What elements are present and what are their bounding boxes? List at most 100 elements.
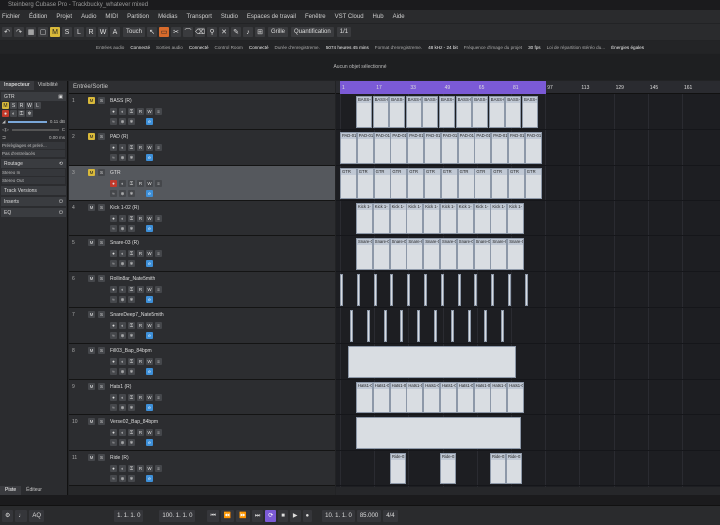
event-clip[interactable]: Kick 1-: [406, 203, 424, 234]
event-clip[interactable]: GTR: [424, 168, 441, 199]
mute-button[interactable]: M: [88, 311, 95, 318]
track-lane[interactable]: BASS-0BASS-0BASS-0BASS-0BASS-0BASS-0BASS…: [336, 94, 720, 130]
glue-tool-icon[interactable]: ⌒: [183, 27, 194, 37]
rewind-icon[interactable]: ⏮: [207, 509, 219, 522]
event-clip[interactable]: GTR: [524, 168, 542, 199]
freeze-icon[interactable]: ❄: [128, 332, 135, 339]
track-row[interactable]: 10 M S Verse02_Bap_84bpm ● ◐ ⚿ R W ≡ ≈ ⊕ ❄ e: [69, 415, 335, 451]
record-enable-button[interactable]: ●: [110, 286, 117, 293]
track-name[interactable]: Ride (R): [110, 455, 129, 461]
event-clip[interactable]: Hats1-0: [372, 382, 390, 413]
split-tool-icon[interactable]: ✂: [171, 27, 182, 37]
event-clip[interactable]: Snare-0: [372, 238, 390, 270]
read-button[interactable]: R: [137, 180, 144, 187]
fx-icon[interactable]: ⊕: [119, 225, 126, 232]
event-clip[interactable]: Kick 1-: [490, 203, 508, 234]
freeze-icon[interactable]: ❄: [128, 154, 135, 161]
monitor-button[interactable]: ◐: [119, 180, 126, 187]
position-display[interactable]: 100. 1. 1. 0: [159, 509, 196, 522]
event-clip[interactable]: Ride-01: [490, 453, 506, 484]
event-clip[interactable]: GTR: [457, 168, 475, 199]
track-row[interactable]: 2 M S PAD (R) ● ◐ ⚿ R W ≡ ≈ ⊕ ❄ e: [69, 130, 335, 166]
aq-button[interactable]: AQ: [29, 509, 45, 522]
write-button[interactable]: W: [146, 286, 153, 293]
freeze-icon[interactable]: ❄: [128, 190, 135, 197]
event-clip[interactable]: Kick 1-: [456, 203, 474, 234]
track-lane[interactable]: [336, 415, 720, 451]
menu-icon[interactable]: ≡: [155, 286, 162, 293]
menu-fenetre[interactable]: Fenêtre: [305, 14, 326, 20]
record-enable-button[interactable]: ●: [110, 144, 117, 151]
tab-piste[interactable]: Piste: [0, 486, 22, 495]
event-clip[interactable]: PAD-01: [373, 132, 391, 164]
write-button[interactable]: W: [146, 108, 153, 115]
fx-icon[interactable]: ⊕: [119, 296, 126, 303]
eq-icon[interactable]: ≈: [110, 475, 117, 482]
menu-icon[interactable]: ≡: [155, 465, 162, 472]
mute-button[interactable]: M: [2, 102, 9, 109]
menu-icon[interactable]: ≡: [155, 358, 162, 365]
monitor-button[interactable]: ◐: [119, 144, 126, 151]
event-clip[interactable]: GTR: [508, 168, 525, 199]
read-button[interactable]: R: [137, 394, 144, 401]
read-button[interactable]: R: [137, 144, 144, 151]
event-clip[interactable]: BASS-0: [505, 96, 522, 128]
track-name[interactable]: Fill03_Bap_84bpm: [110, 348, 152, 354]
event-clip[interactable]: Kick 1-: [473, 203, 491, 234]
event-clip[interactable]: BASS-0: [488, 96, 505, 128]
event-clip[interactable]: Snare-0: [440, 238, 457, 270]
event-clip[interactable]: Hats1-0: [473, 382, 491, 413]
select-tool-icon[interactable]: ▭: [159, 27, 170, 37]
event-clip[interactable]: [407, 274, 411, 306]
volume-slider[interactable]: [8, 120, 47, 123]
stop-icon[interactable]: ■: [278, 509, 288, 522]
lock-icon[interactable]: ⚿: [128, 180, 135, 187]
mute-button[interactable]: M: [88, 133, 95, 140]
event-clip[interactable]: GTR: [390, 168, 408, 199]
eraser-tool-icon[interactable]: ⌫: [195, 27, 206, 37]
snap-icon[interactable]: ⊞: [255, 27, 266, 37]
track-row[interactable]: 3 M S GTR ● ◐ ⚿ R W ≡ ≈ ⊕ ❄ e: [69, 166, 335, 201]
track-row[interactable]: 6 M S Rollin8ar_Nate5mith ● ◐ ⚿ R W ≡ ≈ ⊕ ❄ e: [69, 272, 335, 308]
power-icon[interactable]: ⏻: [59, 199, 63, 205]
end-icon[interactable]: ⏭: [251, 509, 264, 522]
eq-icon[interactable]: ≈: [110, 439, 117, 446]
event-clip[interactable]: GTR: [373, 168, 391, 199]
eq-icon[interactable]: ≈: [110, 154, 117, 161]
event-clip[interactable]: [366, 310, 370, 342]
event-clip[interactable]: [417, 310, 421, 342]
eq-icon[interactable]: ≈: [110, 296, 117, 303]
event-clip[interactable]: Snare-0: [490, 238, 508, 270]
event-clip[interactable]: Kick 1-: [389, 203, 407, 234]
event-clip[interactable]: Snare-0: [456, 238, 474, 270]
tab-editeur[interactable]: Éditeur: [21, 486, 47, 495]
signature-display[interactable]: 4/4: [383, 509, 398, 522]
event-clip[interactable]: GTR: [440, 168, 458, 199]
write-button[interactable]: W: [146, 465, 153, 472]
automation-a-button[interactable]: A: [110, 27, 120, 37]
track-row[interactable]: 5 M S Snare-03 (R) ● ◐ ⚿ R W ≡ ≈ ⊕ ❄ e: [69, 236, 335, 272]
monitor-button[interactable]: ◐: [119, 465, 126, 472]
monitor-button[interactable]: ◐: [119, 286, 126, 293]
fx-icon[interactable]: ⊕: [119, 190, 126, 197]
track-row[interactable]: 1 M S BASS (R) ● ◐ ⚿ R W ≡ ≈ ⊕ ❄ e: [69, 94, 335, 130]
monitor-button[interactable]: ◐: [10, 110, 17, 117]
event-clip[interactable]: [348, 346, 516, 378]
event-clip[interactable]: Snare-0: [389, 238, 407, 270]
event-clip[interactable]: BASS-0: [389, 96, 406, 128]
power-icon[interactable]: ⏻: [59, 210, 63, 216]
ruler[interactable]: 1 17 33 49 65 81 97 113 129 145 161: [336, 81, 720, 94]
layout-icon[interactable]: ▦: [26, 27, 36, 37]
back-icon[interactable]: ⏪: [220, 509, 235, 522]
event-clip[interactable]: [501, 310, 505, 342]
write-button[interactable]: W: [146, 215, 153, 222]
track-lane[interactable]: [336, 272, 720, 308]
presets-field[interactable]: Prérèglages et préré...: [2, 142, 65, 149]
record-enable-button[interactable]: ●: [2, 110, 9, 117]
menu-edition[interactable]: Édition: [29, 14, 47, 20]
track-row[interactable]: 8 M S Fill03_Bap_84bpm ● ◐ ⚿ R W ≡ ≈ ⊕ ❄ e: [69, 344, 335, 380]
section-routage[interactable]: Routage ⟲: [1, 159, 66, 168]
event-clip[interactable]: [400, 310, 404, 342]
record-enable-button[interactable]: ●: [110, 180, 117, 187]
menu-transport[interactable]: Transport: [186, 14, 211, 20]
